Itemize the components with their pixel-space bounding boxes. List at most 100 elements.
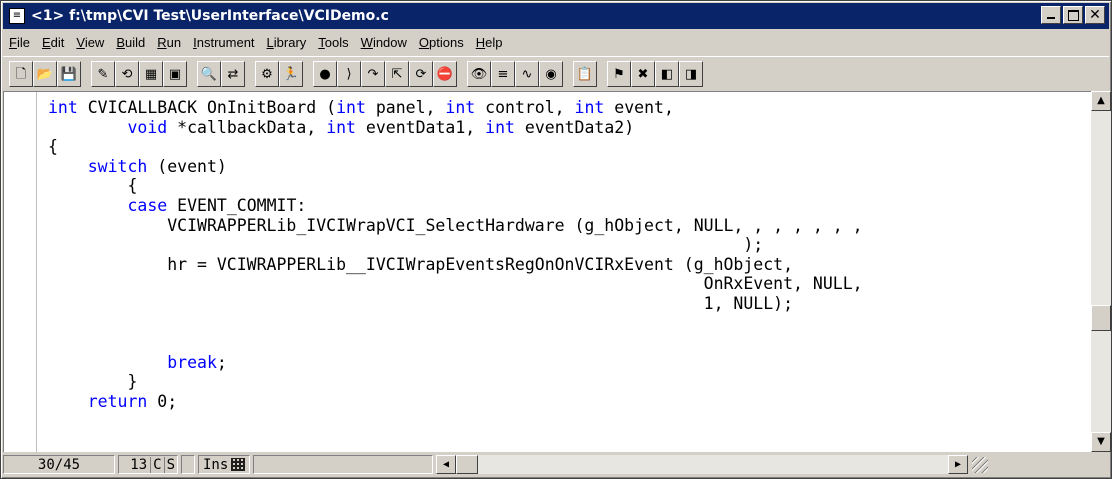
code-editor[interactable]: int CVICALLBACK OnInitBoard (int panel, … [3, 91, 1092, 452]
menu-file[interactable]: File [3, 35, 36, 50]
title-bar[interactable]: ≡ <1> f:\tmp\CVI Test\UserInterface\VCID… [3, 3, 1109, 29]
menu-run[interactable]: Run [151, 35, 187, 50]
menu-view[interactable]: View [70, 35, 110, 50]
step-into-icon: ⟩ [346, 66, 352, 82]
clear-bookmarks-button[interactable]: ✖ [631, 61, 655, 87]
code-line[interactable] [48, 333, 1092, 353]
function-panel-button[interactable]: ▦ [139, 61, 163, 87]
run-button[interactable]: 🏃 [279, 61, 303, 87]
edit-uir-icon: ✎ [97, 66, 109, 82]
code-line[interactable] [48, 314, 1092, 334]
code-text: control, [475, 98, 575, 117]
code-line[interactable]: void *callbackData, int eventData1, int … [48, 118, 1092, 138]
menu-help[interactable]: Help [470, 35, 509, 50]
toolbar-group: 📋 [573, 61, 597, 87]
menu-instrument[interactable]: Instrument [187, 35, 260, 50]
watch-icon: 👁 [470, 66, 488, 82]
source-code[interactable]: int CVICALLBACK OnInitBoard (int panel, … [48, 98, 1092, 412]
build-button[interactable]: ⚙ [255, 61, 279, 87]
new-file-button[interactable]: 🗋 [9, 61, 33, 87]
code-line[interactable]: { [48, 137, 1092, 157]
step-out-button[interactable]: ⇱ [385, 61, 409, 87]
open-file-icon: 📂 [36, 66, 54, 82]
code-line[interactable]: switch (event) [48, 157, 1092, 177]
window-button[interactable]: ▣ [163, 61, 187, 87]
horizontal-scroll-thumb[interactable] [456, 455, 478, 474]
memory-button[interactable]: ∿ [515, 61, 539, 87]
find-button[interactable]: 🔍 [197, 61, 221, 87]
code-text: EVENT_COMMIT: [167, 195, 307, 215]
menu-options[interactable]: Options [413, 35, 470, 50]
menu-label-rest: ools [324, 34, 349, 50]
code-line[interactable]: break; [48, 353, 1092, 373]
find-replace-icon: ⇄ [227, 66, 239, 82]
vertical-scrollbar[interactable]: ▲ ▼ [1091, 91, 1111, 452]
code-keyword: void [127, 117, 168, 137]
recall-panel-button[interactable]: ⟲ [115, 61, 139, 87]
go-icon: ● [319, 66, 331, 82]
maximize-icon [1064, 7, 1082, 23]
code-line[interactable]: { [48, 176, 1092, 196]
code-line[interactable]: ); [48, 235, 1092, 255]
code-line[interactable]: case EVENT_COMMIT: [48, 196, 1092, 216]
code-line[interactable]: hr = VCIWRAPPERLib__IVCIWrapEventsRegOnO… [48, 255, 1092, 275]
scroll-left-button[interactable]: ◀ [436, 455, 456, 474]
step-into-button[interactable]: ⟩ [337, 61, 361, 87]
memory-icon: ∿ [521, 66, 533, 82]
go-button[interactable]: ● [313, 61, 337, 87]
stop-button[interactable]: ⛔ [433, 61, 457, 87]
continue-button[interactable]: ⟳ [409, 61, 433, 87]
clipboard-icon: 📋 [576, 66, 594, 82]
minimize-icon [1042, 7, 1060, 23]
maximize-button[interactable] [1063, 6, 1083, 24]
resize-grip-icon[interactable] [972, 456, 988, 473]
menu-build[interactable]: Build [110, 35, 151, 50]
save-button[interactable]: 💾 [57, 61, 81, 87]
vertical-scroll-thumb[interactable] [1091, 305, 1111, 331]
horizontal-scrollbar[interactable]: ◀ ▶ [436, 455, 968, 474]
code-line[interactable]: OnRxEvent, NULL, [48, 274, 1092, 294]
code-text: CVICALLBACK OnInitBoard ( [77, 98, 337, 117]
open-file-button[interactable]: 📂 [33, 61, 57, 87]
minimize-button[interactable] [1041, 6, 1061, 24]
status-bar: 30/45 13 C S Ins ◀ ▶ [3, 453, 1109, 476]
window-icon: ▣ [168, 66, 182, 82]
menu-library[interactable]: Library [261, 35, 313, 50]
code-keyword: int [574, 98, 605, 117]
scroll-up-button[interactable]: ▲ [1091, 91, 1111, 111]
edit-uir-button[interactable]: ✎ [91, 61, 115, 87]
clipboard-button[interactable]: 📋 [573, 61, 597, 87]
menu-window[interactable]: Window [355, 35, 413, 50]
menu-edit[interactable]: Edit [36, 35, 70, 50]
code-line[interactable]: 1, NULL); [48, 294, 1092, 314]
s-flag: S [163, 456, 175, 473]
variables-button[interactable]: ≡ [491, 61, 515, 87]
breakpoints-button[interactable]: ◉ [539, 61, 563, 87]
watch-button[interactable]: 👁 [467, 61, 491, 87]
code-line[interactable]: } [48, 372, 1092, 392]
code-line[interactable]: return 0; [48, 392, 1092, 412]
prev-bookmark-button[interactable]: ◧ [655, 61, 679, 87]
step-over-button[interactable]: ↷ [361, 61, 385, 87]
code-keyword: return [87, 391, 148, 411]
code-line[interactable]: int CVICALLBACK OnInitBoard (int panel, … [48, 98, 1092, 118]
close-button[interactable]: ✕ [1085, 6, 1105, 24]
step-over-icon: ↷ [367, 66, 379, 82]
next-bookmark-button[interactable]: ◨ [679, 61, 703, 87]
code-line[interactable]: VCIWRAPPERLib_IVCIWrapVCI_SelectHardware… [48, 216, 1092, 236]
menu-tools[interactable]: Tools [312, 35, 354, 50]
document-icon[interactable]: ≡ [9, 8, 25, 24]
code-text: ; [216, 352, 227, 372]
toolbar-group: ⚙ 🏃 [255, 61, 303, 87]
editor-gutter[interactable] [4, 92, 37, 452]
scroll-right-button[interactable]: ▶ [948, 455, 968, 474]
insert-mode-label: Ins [203, 456, 229, 473]
toggle-bookmark-button[interactable]: ⚑ [607, 61, 631, 87]
code-text: eventData2) [514, 117, 635, 137]
prev-bookmark-icon: ◧ [660, 66, 674, 82]
column-number: 13 [130, 456, 148, 473]
find-replace-button[interactable]: ⇄ [221, 61, 245, 87]
scroll-down-button[interactable]: ▼ [1091, 432, 1111, 452]
